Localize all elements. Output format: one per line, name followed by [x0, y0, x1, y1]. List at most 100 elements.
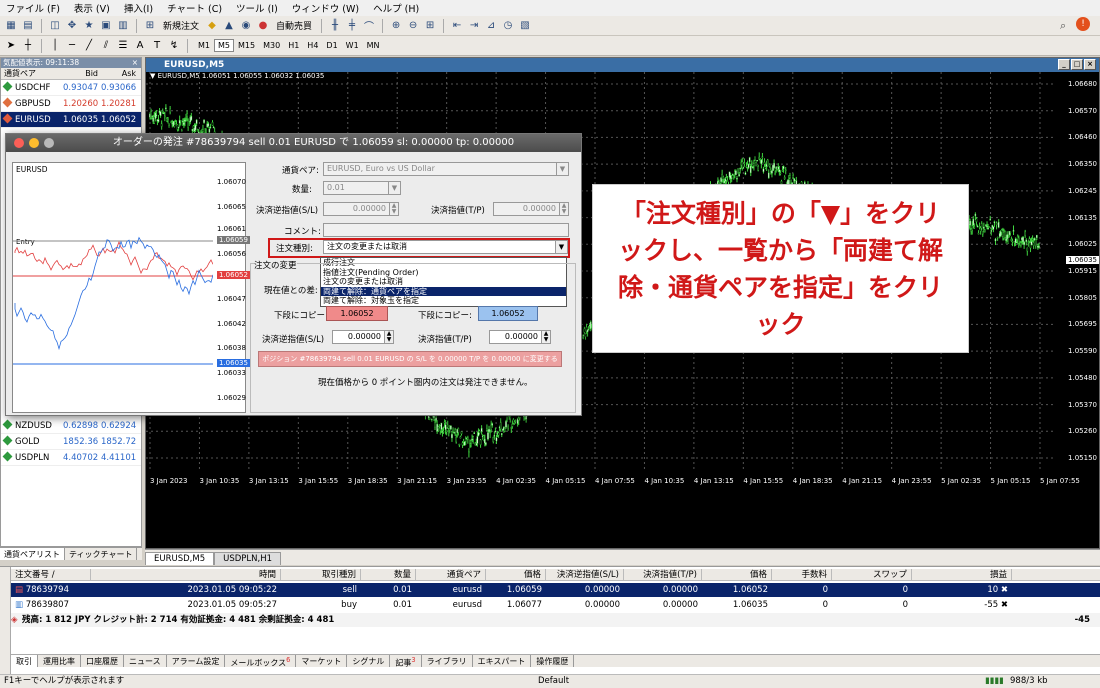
table-header-cell[interactable]: 決済逆指値(S/L): [546, 569, 624, 580]
search-icon[interactable]: ⌕: [1060, 19, 1066, 33]
terminal-tab[interactable]: 運用比率: [38, 655, 81, 667]
bar-chart-icon[interactable]: ╫: [328, 19, 342, 33]
minimize-icon[interactable]: [29, 138, 39, 148]
trade-row[interactable]: ▥ 78639807 2023.01.05 09:05:27 buy 0.01 euru…: [11, 598, 1100, 612]
tab-tick-chart[interactable]: ティックチャート: [65, 548, 138, 560]
tp-input[interactable]: 0.00000 ▲ ▼: [493, 202, 569, 216]
auto-trade-button[interactable]: 自動売買: [273, 19, 315, 32]
table-header-cell[interactable]: 損益: [912, 569, 1012, 580]
timeframe-m1[interactable]: M1: [194, 39, 214, 52]
menu-item[interactable]: ヘルプ (H): [373, 1, 419, 15]
text-label-icon[interactable]: T: [150, 39, 164, 53]
channel-icon[interactable]: ⫽: [99, 39, 113, 53]
market-watch-row[interactable]: GOLD 1852.36 1852.72: [1, 434, 141, 450]
table-header-cell[interactable]: 数量: [361, 569, 416, 580]
chevron-down-icon[interactable]: ▼: [555, 241, 567, 253]
strategy-tester-icon[interactable]: ▥: [116, 19, 130, 33]
comment-input[interactable]: [323, 223, 569, 237]
market-watch-row[interactable]: EURUSD 1.06035 1.06052: [1, 112, 141, 128]
templates-icon[interactable]: ▧: [518, 19, 532, 33]
order-type-select[interactable]: 注文の変更または取消 ▼: [323, 240, 568, 254]
indicators-icon[interactable]: ⊿: [484, 19, 498, 33]
tab-chart-eurusd[interactable]: EURUSD,M5: [145, 552, 215, 565]
timeframe-h4[interactable]: H4: [303, 39, 322, 52]
data-window-icon[interactable]: ✥: [65, 19, 79, 33]
symbol-select[interactable]: EURUSD, Euro vs US Dollar ▼: [323, 162, 569, 176]
candlestick-icon[interactable]: ╪: [345, 19, 359, 33]
table-header-cell[interactable]: 時間: [91, 569, 281, 580]
terminal-tab[interactable]: 口座履歴: [81, 655, 124, 667]
maximize-button[interactable]: □: [1071, 59, 1083, 70]
chart-shift-icon[interactable]: ⇥: [467, 19, 481, 33]
modify-position-button[interactable]: ポジション #78639794 sell 0.01 EURUSD の S/L を…: [258, 351, 562, 367]
menu-item[interactable]: 挿入(I): [124, 1, 153, 15]
chevron-down-icon[interactable]: ▼: [388, 182, 400, 194]
market-watch-row[interactable]: USDPLN 4.40702 4.41101: [1, 450, 141, 466]
zoom-in-icon[interactable]: ⊕: [389, 19, 403, 33]
terminal-tab[interactable]: メールボックス6: [225, 655, 297, 668]
horizontal-line-icon[interactable]: ─: [65, 39, 79, 53]
trendline-icon[interactable]: ╱: [82, 39, 96, 53]
menu-item[interactable]: チャート (C): [167, 1, 222, 15]
spinner-icon[interactable]: ▲ ▼: [389, 203, 398, 215]
symbol-column-header[interactable]: 通貨ペア: [1, 68, 63, 79]
new-order-icon[interactable]: ⊞: [143, 19, 157, 33]
terminal-tab[interactable]: ライブラリ: [422, 655, 473, 667]
zoom-out-icon[interactable]: ⊖: [406, 19, 420, 33]
terminal-tab[interactable]: エキスパート: [473, 655, 532, 667]
zoom-icon[interactable]: [44, 138, 54, 148]
timeframe-m15[interactable]: M15: [234, 39, 259, 52]
table-header-cell[interactable]: スワップ: [832, 569, 912, 580]
arrows-icon[interactable]: ↯: [167, 39, 181, 53]
fibonacci-icon[interactable]: ☰: [116, 39, 130, 53]
cursor-icon[interactable]: ➤: [4, 39, 18, 53]
terminal-tab[interactable]: マーケット: [296, 655, 348, 667]
menu-item[interactable]: ウィンドウ (W): [292, 1, 359, 15]
line-chart-icon[interactable]: ⌒: [362, 19, 376, 33]
timeframe-m30[interactable]: M30: [259, 39, 284, 52]
timeframe-h1[interactable]: H1: [284, 39, 303, 52]
profiles-icon[interactable]: ▤: [21, 19, 35, 33]
spinner-icon[interactable]: ▲ ▼: [541, 331, 550, 343]
table-header-cell[interactable]: 通貨ペア: [416, 569, 486, 580]
terminal-tab[interactable]: 記事3: [390, 655, 422, 668]
minimize-button[interactable]: _: [1058, 59, 1070, 70]
menu-item[interactable]: ツール (I): [236, 1, 278, 15]
table-header-cell[interactable]: 決済指値(T/P): [624, 569, 702, 580]
new-chart-icon[interactable]: ▦: [4, 19, 18, 33]
tp2-input[interactable]: 0.00000 ▲ ▼: [489, 330, 551, 344]
market-watch-row[interactable]: NZDUSD 0.62898 0.62924: [1, 418, 141, 434]
autoscroll-icon[interactable]: ⇤: [450, 19, 464, 33]
close-button[interactable]: ×: [1084, 59, 1096, 70]
chevron-down-icon[interactable]: ▼: [556, 163, 568, 175]
ask-column-header[interactable]: Ask: [101, 68, 139, 79]
volume-input[interactable]: 0.01 ▼: [323, 181, 401, 195]
timeframe-mn[interactable]: MN: [363, 39, 384, 52]
bid-column-header[interactable]: Bid: [63, 68, 101, 79]
spinner-icon[interactable]: ▲ ▼: [559, 203, 568, 215]
terminal-tab[interactable]: アラーム設定: [167, 655, 226, 667]
close-position-icon[interactable]: ✖: [998, 585, 1008, 595]
terminal-icon[interactable]: ▣: [99, 19, 113, 33]
timeframe-m5[interactable]: M5: [214, 39, 234, 52]
metaeditor-icon[interactable]: ◆: [205, 19, 219, 33]
new-order-button[interactable]: 新規注文: [160, 19, 202, 32]
timeframe-d1[interactable]: D1: [322, 39, 341, 52]
tab-chart-usdpln[interactable]: USDPLN,H1: [214, 552, 281, 565]
terminal-tab[interactable]: 取引: [11, 655, 38, 667]
text-icon[interactable]: A: [133, 39, 147, 53]
sl-input[interactable]: 0.00000 ▲ ▼: [323, 202, 399, 216]
navigator-icon[interactable]: ★: [82, 19, 96, 33]
notification-badge-icon[interactable]: !: [1076, 17, 1090, 31]
menu-item[interactable]: ファイル (F): [6, 1, 60, 15]
market-watch-row[interactable]: USDCHF 0.93047 0.93066: [1, 80, 141, 96]
timeframe-w1[interactable]: W1: [342, 39, 363, 52]
terminal-tab[interactable]: ニュース: [124, 655, 167, 667]
auto-trade-icon[interactable]: ●: [256, 19, 270, 33]
table-header-cell[interactable]: 取引種別: [281, 569, 361, 580]
close-icon[interactable]: [14, 138, 24, 148]
market-watch-row[interactable]: GBPUSD 1.20260 1.20281: [1, 96, 141, 112]
terminal-tab[interactable]: 操作履歴: [531, 655, 575, 667]
close-position-icon[interactable]: ✖: [998, 600, 1008, 610]
spinner-icon[interactable]: ▲ ▼: [384, 331, 393, 343]
